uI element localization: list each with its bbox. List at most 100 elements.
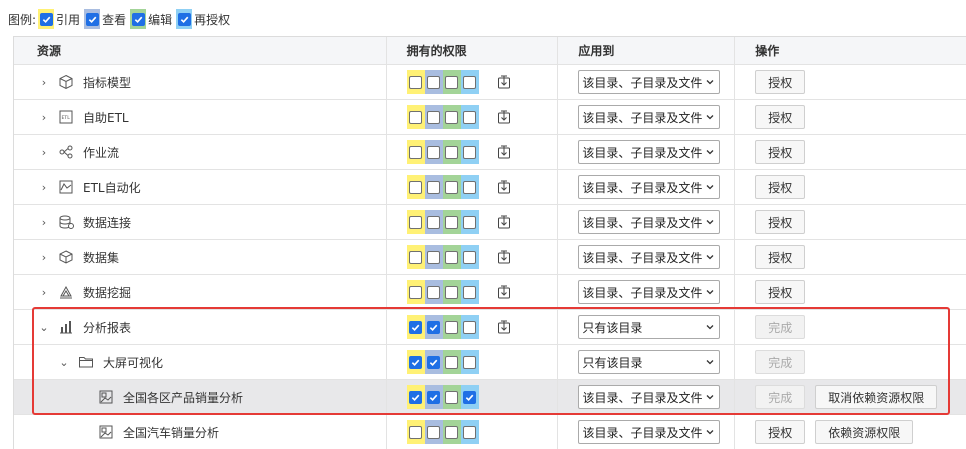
table-row[interactable]: ⌄ 分析报表 只有该目录 完成 [14, 310, 966, 345]
permission-cite-checkbox[interactable] [409, 390, 423, 404]
expand-chevron-icon[interactable]: › [37, 146, 51, 159]
apply-to-children-icon[interactable] [497, 215, 511, 229]
permission-edit-checkbox[interactable] [445, 180, 459, 194]
permission-edit-checkbox[interactable] [445, 285, 459, 299]
permission-regrant-checkbox[interactable] [463, 180, 477, 194]
grant-button[interactable]: 授权 [755, 210, 806, 234]
grant-button[interactable]: 授权 [755, 175, 806, 199]
permission-regrant-checkbox[interactable] [463, 110, 477, 124]
dependency-permission-button[interactable]: 依赖资源权限 [815, 420, 914, 444]
apply-to-children-icon[interactable] [497, 180, 511, 194]
grant-button[interactable]: 授权 [755, 280, 806, 304]
expand-chevron-icon[interactable]: › [37, 181, 51, 194]
permission-regrant-checkbox[interactable] [463, 145, 477, 159]
permission-view-checkbox[interactable] [427, 110, 441, 124]
table-row[interactable]: 全国汽车销量分析 该目录、子目录及文件 授权 依赖资源权限 [14, 415, 966, 449]
permission-regrant-checkbox[interactable] [463, 215, 477, 229]
permission-regrant-checkbox[interactable] [463, 285, 477, 299]
apply-scope-value: 只有该目录 [582, 355, 643, 370]
permission-cite-checkbox[interactable] [409, 75, 423, 89]
permission-view-checkbox[interactable] [427, 75, 441, 89]
permission-cite-checkbox[interactable] [409, 285, 423, 299]
permission-edit-checkbox[interactable] [445, 320, 459, 334]
permission-edit-checkbox[interactable] [445, 75, 459, 89]
permission-regrant-cell [460, 245, 479, 269]
permission-view-checkbox[interactable] [427, 320, 441, 334]
grant-button[interactable]: 授权 [755, 105, 806, 129]
permission-cite-checkbox[interactable] [409, 250, 423, 264]
apply-scope-select[interactable]: 该目录、子目录及文件 [578, 245, 721, 269]
permission-view-checkbox[interactable] [427, 390, 441, 404]
apply-scope-select[interactable]: 该目录、子目录及文件 [578, 175, 721, 199]
collapse-chevron-icon[interactable]: ⌄ [57, 356, 71, 369]
permission-view-checkbox[interactable] [427, 425, 441, 439]
apply-scope-select[interactable]: 该目录、子目录及文件 [578, 385, 721, 409]
table-row[interactable]: › 数据挖掘 该目录、子目录及文件 授权 [14, 275, 966, 310]
permission-edit-checkbox[interactable] [445, 110, 459, 124]
table-row[interactable]: › 数据连接 该目录、子目录及文件 授权 [14, 205, 966, 240]
permission-cite-checkbox[interactable] [409, 320, 423, 334]
actions-cell: 授权 [735, 170, 966, 204]
expand-chevron-icon[interactable]: › [37, 111, 51, 124]
apply-scope-select[interactable]: 只有该目录 [578, 350, 721, 374]
permission-edit-cell [442, 105, 461, 129]
apply-scope-select[interactable]: 该目录、子目录及文件 [578, 105, 721, 129]
cancel-dependency-permission-button[interactable]: 取消依赖资源权限 [815, 385, 938, 409]
expand-chevron-icon[interactable]: › [37, 216, 51, 229]
permission-regrant-checkbox[interactable] [463, 355, 477, 369]
permission-cite-checkbox[interactable] [409, 355, 423, 369]
permission-view-checkbox[interactable] [427, 145, 441, 159]
permission-cite-checkbox[interactable] [409, 110, 423, 124]
table-row[interactable]: › ETL自动化 该目录、子目录及文件 授权 [14, 170, 966, 205]
permission-cite-checkbox[interactable] [409, 145, 423, 159]
table-row[interactable]: 全国各区产品销量分析 该目录、子目录及文件 完成 取消依赖资源权限 [14, 380, 966, 415]
expand-chevron-icon[interactable]: › [37, 251, 51, 264]
permission-view-checkbox[interactable] [427, 355, 441, 369]
permission-checkbox-group [406, 175, 479, 199]
apply-to-children-icon[interactable] [497, 110, 511, 124]
permission-regrant-checkbox[interactable] [463, 250, 477, 264]
apply-to-children-icon[interactable] [497, 145, 511, 159]
permission-view-checkbox[interactable] [427, 250, 441, 264]
permission-edit-checkbox[interactable] [445, 215, 459, 229]
permission-regrant-checkbox[interactable] [463, 425, 477, 439]
permission-view-checkbox[interactable] [427, 285, 441, 299]
table-row[interactable]: › ETL 自助ETL 该目录、子目录及文件 授权 [14, 100, 966, 135]
collapse-chevron-icon[interactable]: ⌄ [37, 321, 51, 334]
permission-view-checkbox[interactable] [427, 180, 441, 194]
permission-cite-checkbox[interactable] [409, 425, 423, 439]
apply-to-children-icon[interactable] [497, 250, 511, 264]
grant-button[interactable]: 授权 [755, 245, 806, 269]
permission-edit-checkbox[interactable] [445, 390, 459, 404]
table-row[interactable]: ⌄ 大屏可视化 只有该目录 完成 [14, 345, 966, 380]
permission-regrant-checkbox[interactable] [463, 320, 477, 334]
permission-edit-checkbox[interactable] [445, 425, 459, 439]
apply-to-children-icon[interactable] [497, 75, 511, 89]
expand-chevron-icon[interactable]: › [37, 286, 51, 299]
apply-scope-select[interactable]: 该目录、子目录及文件 [578, 70, 721, 94]
grant-button[interactable]: 授权 [755, 420, 806, 444]
permission-regrant-checkbox[interactable] [463, 390, 477, 404]
permission-view-cell [424, 245, 443, 269]
expand-chevron-icon[interactable]: › [37, 76, 51, 89]
apply-scope-select[interactable]: 该目录、子目录及文件 [578, 140, 721, 164]
apply-to-children-icon[interactable] [497, 320, 511, 334]
actions-cell: 完成 取消依赖资源权限 [735, 380, 966, 414]
table-row[interactable]: › 指标模型 该目录、子目录及文件 授权 [14, 65, 966, 100]
permission-regrant-checkbox[interactable] [463, 75, 477, 89]
apply-scope-select[interactable]: 只有该目录 [578, 315, 721, 339]
permission-edit-checkbox[interactable] [445, 355, 459, 369]
apply-scope-select[interactable]: 该目录、子目录及文件 [578, 280, 721, 304]
apply-scope-select[interactable]: 该目录、子目录及文件 [578, 420, 721, 444]
table-row[interactable]: › 作业流 该目录、子目录及文件 授权 [14, 135, 966, 170]
grant-button[interactable]: 授权 [755, 70, 806, 94]
permission-view-checkbox[interactable] [427, 215, 441, 229]
permission-edit-checkbox[interactable] [445, 145, 459, 159]
apply-to-children-icon[interactable] [497, 285, 511, 299]
apply-scope-select[interactable]: 该目录、子目录及文件 [578, 210, 721, 234]
permission-cite-checkbox[interactable] [409, 180, 423, 194]
grant-button[interactable]: 授权 [755, 140, 806, 164]
table-row[interactable]: › 数据集 该目录、子目录及文件 授权 [14, 240, 966, 275]
permission-edit-checkbox[interactable] [445, 250, 459, 264]
permission-cite-checkbox[interactable] [409, 215, 423, 229]
